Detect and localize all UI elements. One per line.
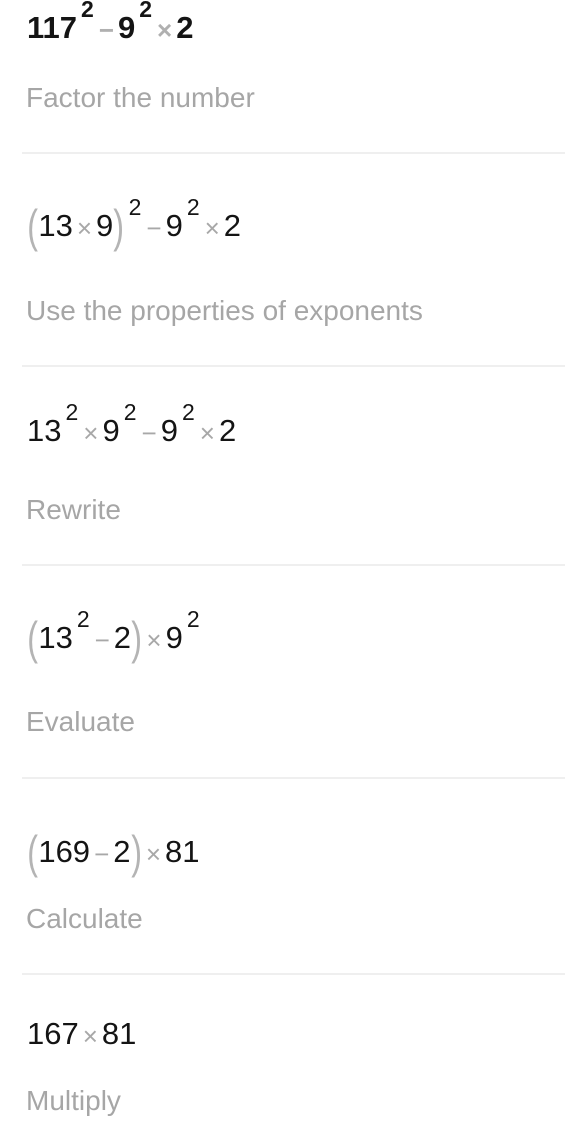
operator-token: × <box>146 625 162 656</box>
number-token: 169 <box>38 834 91 870</box>
number-token: 9 <box>102 413 120 448</box>
step-expression: 13 2 × 9 2−9 2 × 2 <box>27 401 237 448</box>
operator-token: × <box>157 15 173 45</box>
step-description: Evaluate <box>26 706 135 737</box>
operator-token: × <box>82 1021 98 1051</box>
step-description: Multiply <box>26 1085 121 1116</box>
number-token: 2 <box>176 10 194 45</box>
exponent-token: 2 <box>65 399 79 425</box>
step-divider <box>22 564 565 566</box>
number-token: 9 <box>165 620 183 656</box>
parenthesis-token: ) <box>130 826 142 878</box>
step-expression: (169−2) × 81 <box>27 826 200 875</box>
exponent-token: 2 <box>186 606 200 633</box>
number-token: 9 <box>118 10 136 45</box>
parenthesis-token: ) <box>131 612 143 664</box>
operator-token: × <box>76 213 92 244</box>
parenthesis-token: ) <box>113 200 125 252</box>
number-token: 13 <box>27 413 62 448</box>
parenthesis-token: ( <box>27 826 39 878</box>
step-divider <box>22 152 565 154</box>
operator-token: − <box>94 839 110 870</box>
exponent-token: 2 <box>123 399 137 425</box>
exponent-token: 2 <box>186 194 200 221</box>
operator-token: × <box>83 418 99 448</box>
exponent-token: 2 <box>76 606 90 633</box>
step-expression: (13 2−2) × 9 2 <box>27 608 201 661</box>
number-token: 81 <box>101 1016 137 1051</box>
parenthesis-token: ( <box>27 200 39 252</box>
step-description: Rewrite <box>26 494 121 525</box>
parenthesis-token: ( <box>27 612 39 664</box>
number-token: 13 <box>38 208 73 244</box>
number-token: 2 <box>113 834 131 870</box>
step-divider <box>22 973 565 975</box>
exponent-token: 2 <box>81 0 94 22</box>
operator-token: × <box>204 213 220 244</box>
step-divider <box>22 365 565 367</box>
step-expression: (13 × 9) 2−9 2 × 2 <box>27 196 242 249</box>
operator-token: × <box>199 418 215 448</box>
number-token: 2 <box>218 413 237 448</box>
step-description: Factor the number <box>26 82 255 113</box>
number-token: 167 <box>27 1016 79 1051</box>
step-description: Calculate <box>26 903 143 934</box>
operator-token: − <box>146 213 162 244</box>
number-token: 9 <box>165 208 183 244</box>
exponent-token: 2 <box>139 0 153 22</box>
exponent-token: 2 <box>128 194 142 221</box>
exponent-token: 2 <box>181 399 195 425</box>
step-expression: 117 2−9 2 × 2 <box>27 0 194 45</box>
step-description: Use the properties of exponents <box>26 295 423 326</box>
number-token: 9 <box>96 208 114 244</box>
step-divider <box>22 777 565 779</box>
operator-token: × <box>145 839 162 870</box>
step-expression: 167 × 81 <box>27 1018 136 1049</box>
number-token: 2 <box>113 620 132 656</box>
number-token: 13 <box>38 620 73 656</box>
number-token: 9 <box>160 413 178 448</box>
operator-token: − <box>141 418 157 448</box>
operator-token: − <box>94 625 110 656</box>
number-token: 117 <box>27 10 78 45</box>
operator-token: − <box>98 15 114 45</box>
number-token: 81 <box>165 834 200 870</box>
number-token: 2 <box>223 208 242 244</box>
